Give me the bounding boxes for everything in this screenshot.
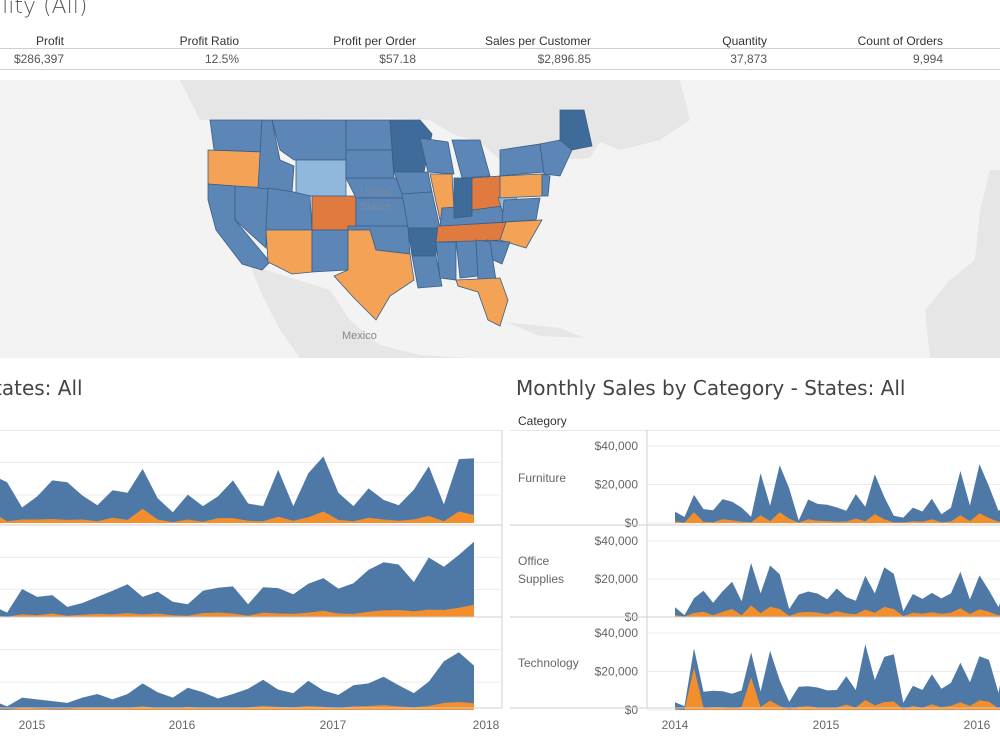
right-sales-area-2[interactable] <box>675 643 1000 710</box>
kpi-label-profit-ratio: Profit Ratio <box>179 34 239 48</box>
right-sales-area-0[interactable] <box>675 464 1000 523</box>
left-sales-area-0[interactable] <box>0 456 474 523</box>
kpi-label-quantity: Quantity <box>722 34 767 48</box>
state-nd[interactable] <box>345 119 393 151</box>
kpi-label-sales-per-customer: Sales per Customer <box>484 34 591 48</box>
map-country-label-1: United <box>360 186 392 198</box>
right-section-title: Monthly Sales by Category - States: All <box>516 376 906 400</box>
left-sales-area-1[interactable] <box>0 541 474 617</box>
category-header: Category <box>518 414 567 428</box>
state-ny[interactable] <box>499 143 545 177</box>
state-pa[interactable] <box>499 173 543 199</box>
right-sales-area-1[interactable] <box>675 563 1000 617</box>
state-va[interactable] <box>501 197 541 223</box>
state-nm[interactable] <box>311 229 349 273</box>
map-mexico-label: Mexico <box>342 330 377 342</box>
kpi-label-profit: Profit <box>35 34 64 48</box>
panel-label-technology: Technology <box>518 656 579 670</box>
kpi-value-profit: $286,397 <box>13 52 64 66</box>
left-x-tick-label: 2015 <box>19 718 46 732</box>
right-y-tick-label: $0 <box>625 516 639 530</box>
kpi-label-profit-per-order: Profit per Order <box>333 34 416 48</box>
state-co[interactable] <box>311 195 357 231</box>
kpi-label-count-of-orders: Count of Orders <box>857 34 943 48</box>
kpi-header-divider <box>0 48 1000 49</box>
left-x-tick-label: 2017 <box>320 718 347 732</box>
panel-label-office-supplies: Office Supplies <box>518 554 565 586</box>
right-x-tick-label: 2015 <box>813 718 840 732</box>
state-or[interactable] <box>207 149 263 189</box>
right-area-chart[interactable]: $40,000 $20,000 $0 $40,000 $20,000 $0 $40,000 $… <box>510 430 1000 750</box>
profit-map[interactable]: United States Mexico <box>0 80 1000 358</box>
left-area-chart[interactable]: 2015 2016 2017 2018 <box>0 430 510 750</box>
kpi-value-quantity: 37,873 <box>730 52 767 66</box>
state-ar[interactable] <box>407 227 439 257</box>
state-al[interactable] <box>455 239 479 279</box>
right-y-tick-label: $40,000 <box>595 626 639 640</box>
right-y-tick-label: $40,000 <box>595 534 639 548</box>
right-y-tick-label: $20,000 <box>595 665 639 679</box>
state-in[interactable] <box>453 177 473 219</box>
right-x-tick-label: 2016 <box>964 718 991 732</box>
state-wa[interactable] <box>209 119 263 153</box>
map-svg: United States Mexico <box>0 80 1000 358</box>
left-section-title: tates: All <box>0 376 83 400</box>
state-oh[interactable] <box>471 175 503 211</box>
panel-label-furniture: Furniture <box>518 471 567 485</box>
kpi-table: Profit $286,397 Profit Ratio 12.5% Profi… <box>0 30 1000 72</box>
kpi-bottom-divider <box>0 69 1000 70</box>
kpi-value-profit-ratio: 12.5% <box>204 52 239 66</box>
right-y-tick-label: $0 <box>625 703 639 717</box>
kpi-value-sales-per-customer: $2,896.85 <box>537 52 591 66</box>
right-y-tick-label: $40,000 <box>595 439 639 453</box>
dashboard-title: ility (All) <box>0 0 88 19</box>
right-x-tick-label: 2014 <box>662 718 689 732</box>
right-y-tick-label: $20,000 <box>595 478 639 492</box>
kpi-value-profit-per-order: $57.18 <box>379 52 416 66</box>
kpi-value-count-of-orders: 9,994 <box>912 52 943 66</box>
left-sales-area-2[interactable] <box>0 652 474 710</box>
state-sd[interactable] <box>345 149 395 179</box>
state-wy[interactable] <box>295 159 347 197</box>
right-y-tick-label: $20,000 <box>595 572 639 586</box>
map-country-label-2: States <box>360 201 392 213</box>
left-x-tick-label: 2018 <box>473 718 500 732</box>
left-x-tick-label: 2016 <box>169 718 196 732</box>
